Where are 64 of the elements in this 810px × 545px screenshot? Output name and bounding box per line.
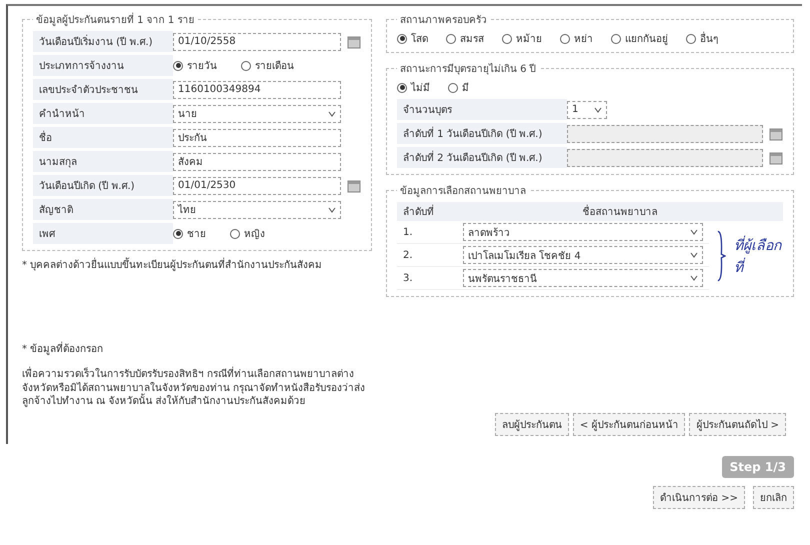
note-text: เพื่อความรวดเร็วในการรับบัตรรับรองสิทธิฯ กรณีที่ท่านเลือกสถานพยาบาลต่างจังหวัดหรือมิได้สถานพยาบาลในจังหวัดของท่าน กรุณาจัดทำหนังสือรับรองว่าส่งลูกจ้างไปทำงาน ณ จังหวัดนั้น ส่งให้กับสำนักงานประกันสังคมด้วย <box>22 368 372 408</box>
radio-option[interactable]: หม้าย <box>502 31 542 46</box>
input-field[interactable]: สังคม <box>173 152 341 170</box>
caret-icon <box>690 252 698 258</box>
radio-option[interactable]: รายเดือน <box>241 58 294 73</box>
radio-option[interactable]: มี <box>448 80 469 95</box>
field-label: จำนวนบุตร <box>397 99 567 120</box>
continue-button[interactable]: ดำเนินการต่อ >> <box>653 486 745 509</box>
row-number: 2. <box>403 250 414 260</box>
date-field[interactable]: 01/01/2530 <box>173 176 341 194</box>
field-label: ลำดับที่ 2 วันเดือนปีเกิด (ปี พ.ศ.) <box>397 147 567 168</box>
note-text: * ข้อมูลที่ต้องกรอก <box>22 342 104 356</box>
field-label: เพศ <box>33 223 173 244</box>
input-field[interactable]: ประกัน <box>173 128 341 146</box>
field-label: วันเดือนปีเกิด (ปี พ.ศ.) <box>33 175 173 196</box>
dropdown[interactable]: ไทย <box>173 200 341 218</box>
input-field[interactable]: 1160100349894 <box>173 80 341 98</box>
nav-button[interactable]: < ผู้ประกันตนก่อนหน้า <box>572 413 686 436</box>
note-text: * บุคคลต่างด้าวยื่นแบบขึ้นทะเบียนผู้ประกันตนที่สำนักงานประกันสังคม <box>22 259 372 272</box>
handwritten-note: ที่ผู้เลือกที่ <box>734 234 783 278</box>
field-label: คำนำหน้า <box>33 103 173 124</box>
caret-icon <box>690 275 698 281</box>
dropdown[interactable]: เปาโลเมโมเรียล โชคชัย 4 <box>463 246 703 264</box>
radio-option[interactable]: ไม่มี <box>397 80 430 95</box>
row-number: 3. <box>403 272 414 284</box>
dropdown[interactable]: ลาดพร้าว <box>463 223 703 241</box>
section-title: สถานภาพครอบครัว <box>399 14 488 27</box>
column-header: ชื่อสถานพยาบาล <box>463 204 777 219</box>
calendar-icon[interactable] <box>769 126 783 140</box>
field-label: สัญชาติ <box>33 199 173 220</box>
calendar-icon[interactable] <box>347 34 361 48</box>
field-label: นามสกุล <box>33 151 173 172</box>
column-header: ลำดับที่ <box>403 204 463 219</box>
radio-option[interactable]: หญิง <box>230 226 265 241</box>
date-field[interactable]: 01/10/2558 <box>173 32 341 50</box>
section-title: ข้อมูลการเลือกสถานพยาบาล <box>399 184 527 198</box>
section-title: ข้อมูลผู้ประกันตนรายที่ 1 จาก 1 ราย <box>33 12 198 27</box>
calendar-icon[interactable] <box>769 150 783 164</box>
field-label: ประเภทการจ้างงาน <box>33 55 173 76</box>
cancel-button[interactable]: ยกเลิก <box>753 486 794 509</box>
calendar-icon[interactable] <box>347 178 361 192</box>
dropdown[interactable]: นาย <box>173 104 341 122</box>
caret-icon <box>594 106 602 112</box>
field-label: ชื่อ <box>33 127 173 148</box>
row-number: 1. <box>403 226 414 238</box>
radio-option[interactable]: หย่า <box>560 31 593 46</box>
radio-option[interactable]: รายวัน <box>173 58 217 73</box>
radio-option[interactable]: สมรส <box>446 31 484 46</box>
nav-button[interactable]: ผู้ประกันตนถัดไป > <box>689 413 786 436</box>
step-indicator: Step 1/3 <box>722 456 794 478</box>
dropdown[interactable]: นพรัตนราชธานี <box>463 269 703 287</box>
caret-icon <box>690 229 698 235</box>
radio-option[interactable]: แยกกันอยู่ <box>611 31 668 46</box>
caret-icon <box>328 206 336 212</box>
nav-button[interactable]: ลบผู้ประกันตน <box>494 413 569 436</box>
section-title: สถานะการมีบุตรอายุไม่เกิน 6 ปี <box>399 62 537 76</box>
caret-icon <box>328 110 336 116</box>
radio-option[interactable]: ชาย <box>173 226 206 241</box>
dropdown[interactable]: 1 <box>567 100 607 118</box>
field-label: วันเดือนปีเริ่มงาน (ปี พ.ศ.) <box>33 31 173 52</box>
radio-option[interactable]: อื่นๆ <box>686 31 718 46</box>
field-label: ลำดับที่ 1 วันเดือนปีเกิด (ปี พ.ศ.) <box>397 123 567 144</box>
field-label: เลขประจำตัวประชาชน <box>33 79 173 100</box>
radio-option[interactable]: โสด <box>397 31 428 46</box>
